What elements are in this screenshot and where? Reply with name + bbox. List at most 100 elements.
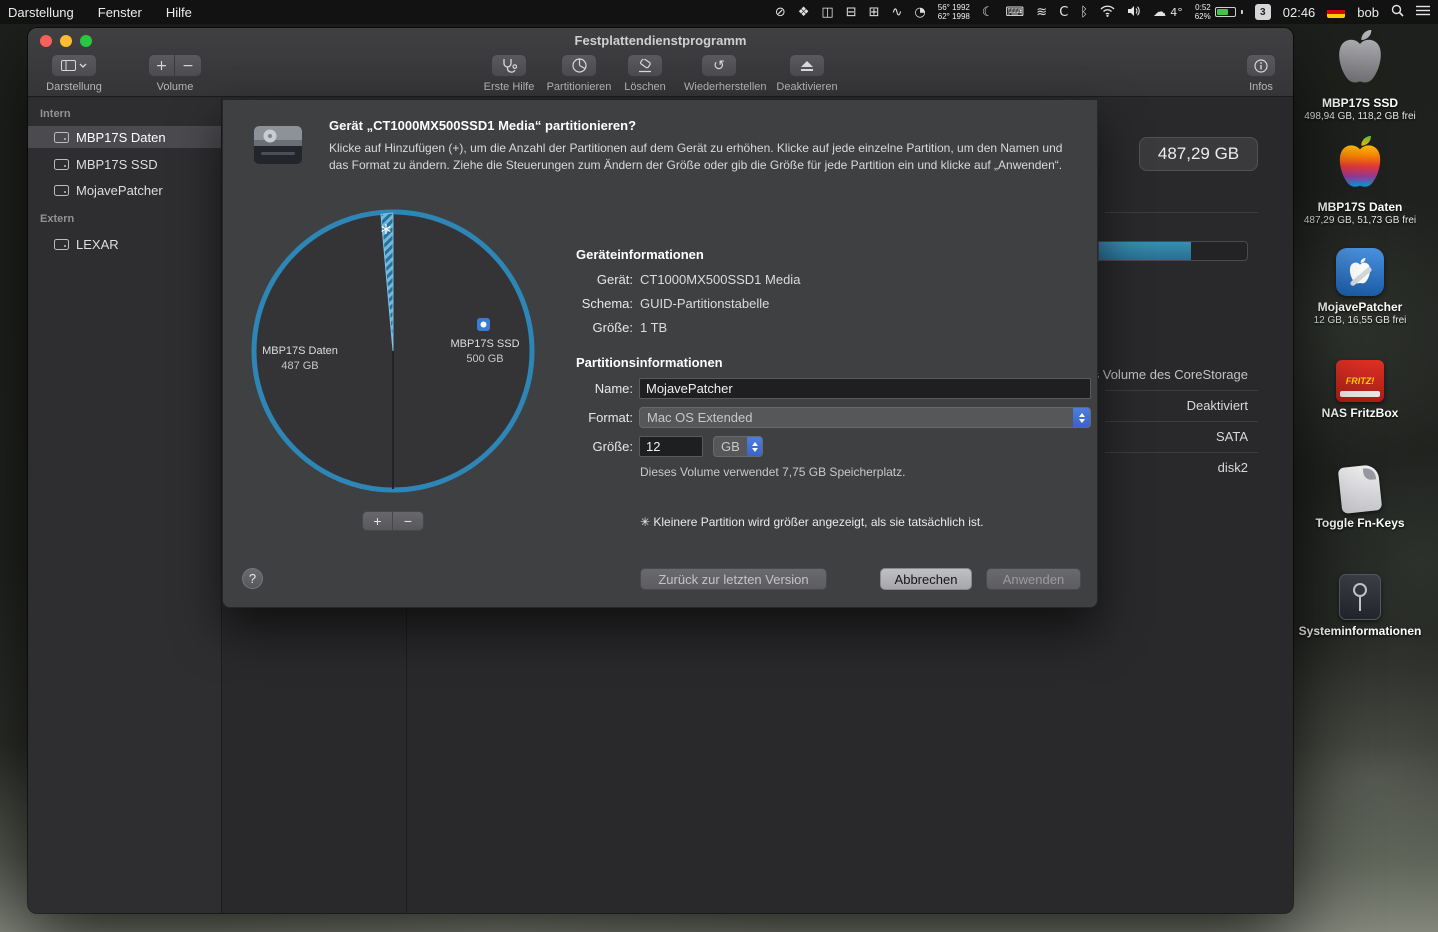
remove-partition-button[interactable]: − [393, 511, 424, 531]
menu-items: Darstellung Fenster Hilfe [8, 5, 192, 20]
size-unit-select[interactable]: GB [713, 436, 763, 457]
detail-row-status: Deaktiviert [1187, 398, 1248, 413]
desktop-icon-nas-fritzbox[interactable]: FRITZ! NAS FritzBox [1285, 360, 1435, 420]
volume-icon [54, 132, 69, 143]
bluetooth-icon[interactable]: ᛒ [1080, 6, 1088, 19]
pie-left-name[interactable]: MBP17S Daten [262, 345, 338, 357]
desktop-icon-mbp17s-daten[interactable]: MBP17S Daten 487,29 GB, 51,73 GB frei [1285, 134, 1435, 226]
calendar-icon[interactable]: 3 [1255, 4, 1271, 20]
weather-temp: 4° [1170, 6, 1183, 19]
grid-icon[interactable]: ⊞ [869, 6, 880, 19]
apple-volume-color-icon [1285, 134, 1435, 196]
desktop-icon-label: NAS FritzBox [1285, 406, 1435, 420]
info-label: Infos [1236, 81, 1286, 93]
battery-icon [1215, 7, 1236, 17]
desktop-icon-label: MBP17S Daten [1285, 200, 1435, 214]
revert-button[interactable]: Zurück zur letzten Version [640, 568, 827, 590]
battery-indicator[interactable]: 0:52 62% [1195, 3, 1243, 21]
status-bar: ⊘ ❖ ◫ ⊟ ⊞ ∿ ◔ 56° 1992 62° 1998 ☾ ⌨ ≋ C … [775, 3, 1430, 21]
dropbox-icon[interactable]: ❖ [798, 6, 810, 19]
detail-row-device: disk2 [1218, 460, 1248, 475]
remove-volume-button[interactable]: − [175, 54, 202, 77]
temp-line-1: 56° 1992 [938, 3, 970, 12]
divider [1105, 421, 1258, 422]
menu-hilfe[interactable]: Hilfe [166, 5, 192, 20]
volume-icon[interactable] [1127, 5, 1141, 20]
menu-darstellung[interactable]: Darstellung [8, 5, 74, 20]
wifi-icon[interactable] [1100, 5, 1115, 20]
disk-utility-window: Festplattendienstprogramm Darstellung + … [28, 28, 1293, 913]
desktop-icon-mbp17s-ssd[interactable]: MBP17S SSD 498,94 GB, 118,2 GB frei [1285, 28, 1435, 122]
pie-right-size: 500 GB [466, 353, 503, 365]
pie-right-name[interactable]: MBP17S SSD [450, 338, 519, 350]
unmount-label: Deaktivieren [772, 81, 842, 93]
desktop-icon-label: Systeminformationen [1285, 624, 1435, 638]
name-input[interactable] [639, 378, 1091, 399]
menu-bar: Darstellung Fenster Hilfe ⊘ ❖ ◫ ⊟ ⊞ ∿ ◔ … [0, 0, 1438, 24]
toolbar-partition-group: Partitionieren [544, 54, 614, 93]
wave-meter-icon[interactable]: ∿ [892, 6, 903, 19]
help-button[interactable]: ? [242, 568, 263, 589]
keyboard-flag-de-icon[interactable] [1327, 7, 1345, 18]
prohibited-icon[interactable]: ⊘ [775, 6, 786, 19]
capacity-bar-fill [1099, 242, 1191, 260]
spotlight-icon[interactable] [1391, 4, 1404, 20]
device-label: Gerät: [553, 272, 633, 287]
erase-button[interactable] [627, 54, 663, 77]
sidebar-item-label: MBP17S Daten [76, 130, 166, 145]
window-header: Festplattendienstprogramm Darstellung + … [28, 28, 1293, 97]
menu-fenster[interactable]: Fenster [98, 5, 142, 20]
format-value: Mac OS Extended [647, 410, 753, 425]
notification-center-icon[interactable] [1416, 5, 1430, 19]
caffeine-icon[interactable]: C [1059, 6, 1068, 19]
first-aid-button[interactable] [491, 54, 527, 77]
display-icon[interactable]: ◫ [821, 6, 833, 19]
weather-icon[interactable]: ☁ 4° [1153, 6, 1183, 19]
toolbar-restore-group: ↺ Wiederherstellen [684, 54, 754, 93]
desktop-icon-systeminformationen[interactable]: Systeminformationen [1285, 574, 1435, 638]
desktop-icon-mojavepatcher[interactable]: MojavePatcher 12 GB, 16,55 GB frei [1285, 248, 1435, 326]
format-select[interactable]: Mac OS Extended [639, 407, 1091, 428]
divider [1105, 212, 1258, 213]
view-button[interactable] [51, 54, 97, 77]
menubar-clock[interactable]: 02:46 [1283, 5, 1316, 20]
asterisk-footnote: ✳ Kleinere Partition wird größer angezei… [640, 515, 984, 529]
apply-button[interactable]: Anwenden [986, 568, 1081, 590]
signal-icon[interactable]: ≋ [1036, 6, 1047, 19]
user-name[interactable]: bob [1357, 5, 1379, 20]
moon-icon[interactable]: ☾ [982, 6, 994, 19]
size-label: Größe: [553, 439, 633, 454]
unmount-button[interactable] [789, 54, 825, 77]
pie-left-size: 487 GB [281, 360, 318, 372]
keyboard-icon[interactable]: ⌨ [1006, 6, 1025, 19]
pie-meter-icon[interactable]: ◔ [914, 6, 925, 19]
fritzbox-icon: FRITZ! [1336, 360, 1384, 402]
sidebar-item-mbp17s-ssd[interactable]: MBP17S SSD [28, 153, 221, 175]
desktop-icon-label: MBP17S SSD [1285, 96, 1435, 110]
sidebar-item-lexar[interactable]: LEXAR [28, 233, 221, 255]
sidebar-item-mbp17s-daten[interactable]: MBP17S Daten [28, 126, 221, 148]
window-title: Festplattendienstprogramm [28, 33, 1293, 48]
toolbar-view-group: Darstellung [44, 54, 104, 93]
temperature-readout[interactable]: 56° 1992 62° 1998 [938, 3, 970, 21]
size-input[interactable] [639, 436, 703, 457]
info-button[interactable] [1246, 54, 1276, 77]
desktop-icon-toggle-fn-keys[interactable]: Toggle Fn-Keys [1285, 466, 1435, 530]
schema-value: GUID-Partitionstabelle [640, 296, 769, 311]
script-icon [1338, 464, 1383, 514]
add-volume-button[interactable]: + [148, 54, 175, 77]
view-label: Darstellung [44, 81, 104, 93]
restore-button[interactable]: ↺ [701, 54, 737, 77]
capacity-bar [1098, 241, 1248, 261]
volume-icon [54, 239, 69, 250]
partition-dialog: Gerät „CT1000MX500SSD1 Media“ partitioni… [222, 100, 1098, 608]
panel-icon[interactable]: ⊟ [846, 6, 857, 19]
cancel-button[interactable]: Abbrechen [880, 568, 972, 590]
detail-row-connection: SATA [1216, 429, 1248, 444]
sidebar-item-mojavepatcher[interactable]: MojavePatcher [28, 179, 221, 201]
partition-button[interactable] [561, 54, 597, 77]
add-partition-button[interactable]: + [362, 511, 393, 531]
size-unit-value: GB [721, 439, 740, 454]
toolbar-erase-group: Löschen [610, 54, 680, 93]
battery-nub [1241, 10, 1243, 14]
